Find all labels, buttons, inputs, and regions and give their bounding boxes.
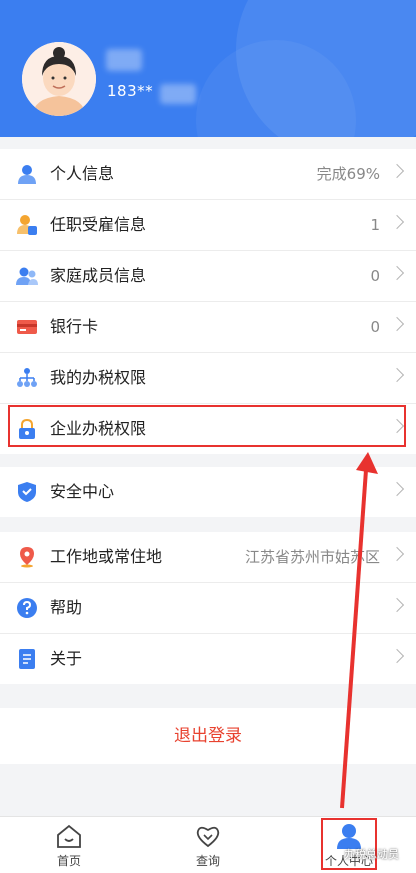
watermark: 办税总动员 bbox=[344, 848, 399, 861]
tab-label: 查询 bbox=[195, 854, 220, 868]
tab-highlight-box bbox=[321, 818, 377, 870]
tab-home[interactable]: 首页 bbox=[9, 817, 129, 873]
tab-query[interactable]: 查询 bbox=[148, 817, 268, 873]
heart-icon bbox=[196, 826, 220, 848]
annotation-arrow bbox=[340, 452, 378, 809]
tab-label: 首页 bbox=[56, 854, 81, 868]
home-icon bbox=[57, 824, 81, 848]
